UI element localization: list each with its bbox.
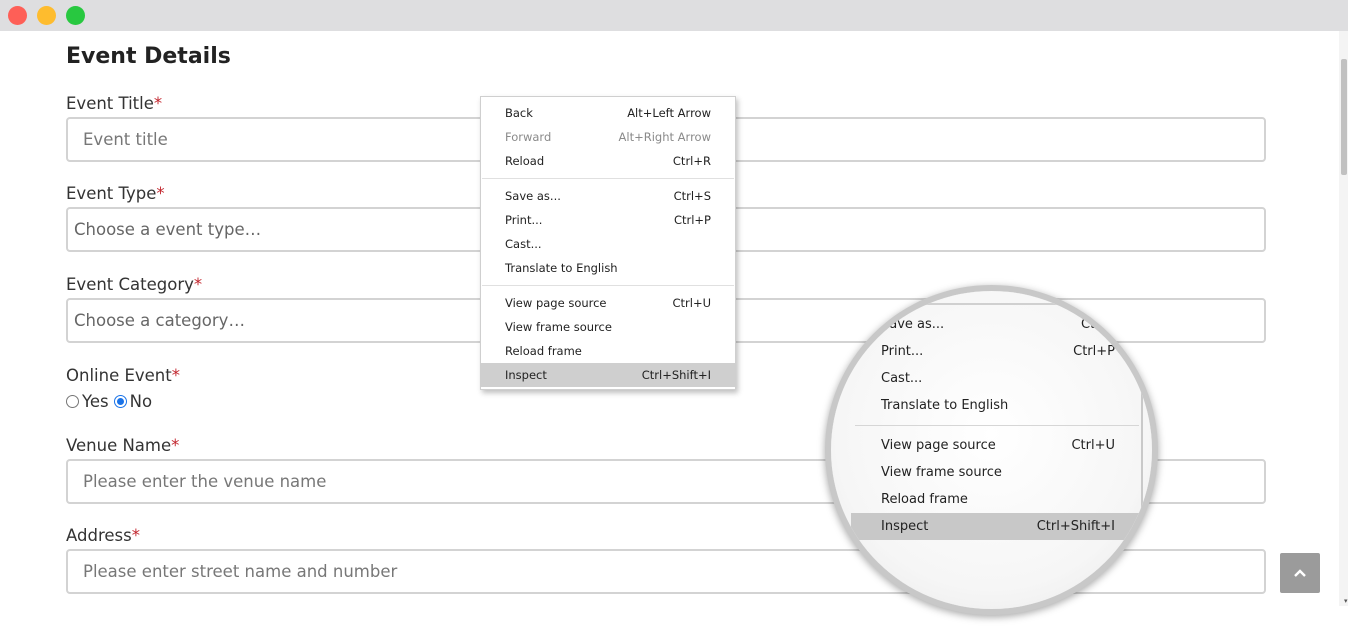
- online-event-no-radio[interactable]: [113, 395, 127, 408]
- context-menu-item-back[interactable]: Back Alt+Left Arrow: [481, 101, 735, 125]
- event-title-placeholder: Event title: [83, 130, 168, 149]
- required-mark: *: [171, 366, 180, 385]
- context-menu: Back Alt+Left Arrow Forward Alt+Right Arro…: [480, 96, 736, 390]
- window-maximize-button[interactable]: [66, 6, 85, 25]
- event-type-label: Event Type*: [66, 184, 165, 203]
- event-type-value: Choose a event type…: [74, 220, 262, 239]
- window-titlebar: [0, 0, 1348, 31]
- scrollbar-thumb[interactable]: [1341, 59, 1347, 175]
- magnified-item-reload-frame: Reload frame: [881, 492, 968, 507]
- magnified-context-menu: Save as... Ctrl+ Print... Ctrl+P Cast... T…: [851, 291, 1145, 551]
- magnified-divider: [855, 303, 1145, 305]
- magnified-item-translate: Translate to English: [881, 398, 1009, 413]
- magnified-item-print: Print... Ctrl+P: [881, 344, 1115, 359]
- page-title: Event Details: [66, 44, 231, 69]
- context-menu-divider: [482, 178, 734, 179]
- online-event-label: Online Event*: [66, 366, 180, 385]
- context-menu-item-view-frame-source[interactable]: View frame source: [481, 315, 735, 339]
- magnified-item-save-as: Save as... Ctrl+: [881, 317, 1115, 332]
- magnified-divider: [855, 425, 1139, 426]
- online-event-yes-radio[interactable]: [66, 395, 79, 408]
- magnified-item-view-frame-source: View frame source: [881, 465, 1002, 480]
- required-mark: *: [131, 526, 140, 545]
- event-category-label: Event Category*: [66, 275, 203, 294]
- context-menu-item-view-page-source[interactable]: View page source Ctrl+U: [481, 291, 735, 315]
- online-event-radio-group: Yes No: [66, 392, 157, 411]
- online-event-yes-label[interactable]: Yes: [82, 392, 109, 411]
- scroll-down-arrow-icon[interactable]: ▾: [1344, 598, 1348, 605]
- address-label: Address*: [66, 526, 140, 545]
- event-title-label: Event Title*: [66, 94, 163, 113]
- chevron-up-icon: [1294, 569, 1306, 577]
- venue-name-placeholder: Please enter the venue name: [83, 472, 327, 491]
- event-category-value: Choose a category…: [74, 311, 245, 330]
- context-menu-item-inspect[interactable]: Inspect Ctrl+Shift+I: [481, 363, 735, 387]
- context-menu-divider: [482, 285, 734, 286]
- context-menu-item-forward[interactable]: Forward Alt+Right Arrow: [481, 125, 735, 149]
- window-minimize-button[interactable]: [37, 6, 56, 25]
- address-placeholder: Please enter street name and number: [83, 562, 398, 581]
- magnified-item-view-page-source: View page source Ctrl+U: [881, 438, 1115, 453]
- context-menu-item-reload[interactable]: Reload Ctrl+R: [481, 149, 735, 173]
- magnified-item-inspect: Inspect Ctrl+Shift+I: [851, 513, 1141, 540]
- vertical-scrollbar[interactable]: [1339, 31, 1348, 606]
- required-mark: *: [193, 275, 203, 294]
- context-menu-item-save-as[interactable]: Save as... Ctrl+S: [481, 184, 735, 208]
- context-menu-item-translate[interactable]: Translate to English: [481, 256, 735, 280]
- required-mark: *: [153, 94, 163, 113]
- required-mark: *: [171, 436, 180, 455]
- magnified-item-cast: Cast...: [881, 371, 923, 386]
- venue-name-label: Venue Name*: [66, 436, 180, 455]
- back-to-top-button[interactable]: [1280, 553, 1320, 593]
- context-menu-item-reload-frame[interactable]: Reload frame: [481, 339, 735, 363]
- context-menu-item-cast[interactable]: Cast...: [481, 232, 735, 256]
- required-mark: *: [156, 184, 165, 203]
- window-close-button[interactable]: [8, 6, 27, 25]
- online-event-no-label[interactable]: No: [130, 392, 152, 411]
- magnifier-lens: Save as... Ctrl+ Print... Ctrl+P Cast... T…: [825, 285, 1158, 615]
- context-menu-item-print[interactable]: Print... Ctrl+P: [481, 208, 735, 232]
